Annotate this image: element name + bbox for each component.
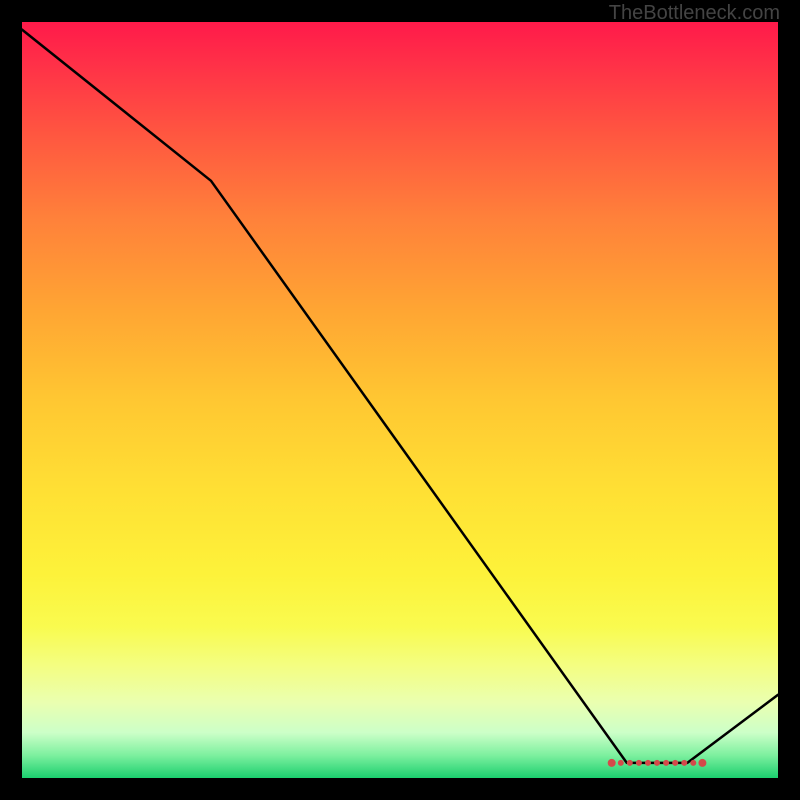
- optimal-bead: [654, 760, 660, 766]
- optimal-bead: [636, 760, 642, 766]
- optimal-bead: [698, 759, 706, 767]
- optimal-bead: [681, 760, 687, 766]
- optimal-bead: [690, 760, 696, 766]
- chart-svg: [22, 22, 778, 778]
- bottleneck-curve-line: [22, 30, 778, 763]
- optimal-bead: [672, 760, 678, 766]
- optimal-bead: [627, 760, 633, 766]
- optimal-bead: [618, 760, 624, 766]
- attribution-text: TheBottleneck.com: [609, 2, 780, 25]
- optimal-bead: [663, 760, 669, 766]
- optimal-bead: [645, 760, 651, 766]
- optimal-bead: [608, 759, 616, 767]
